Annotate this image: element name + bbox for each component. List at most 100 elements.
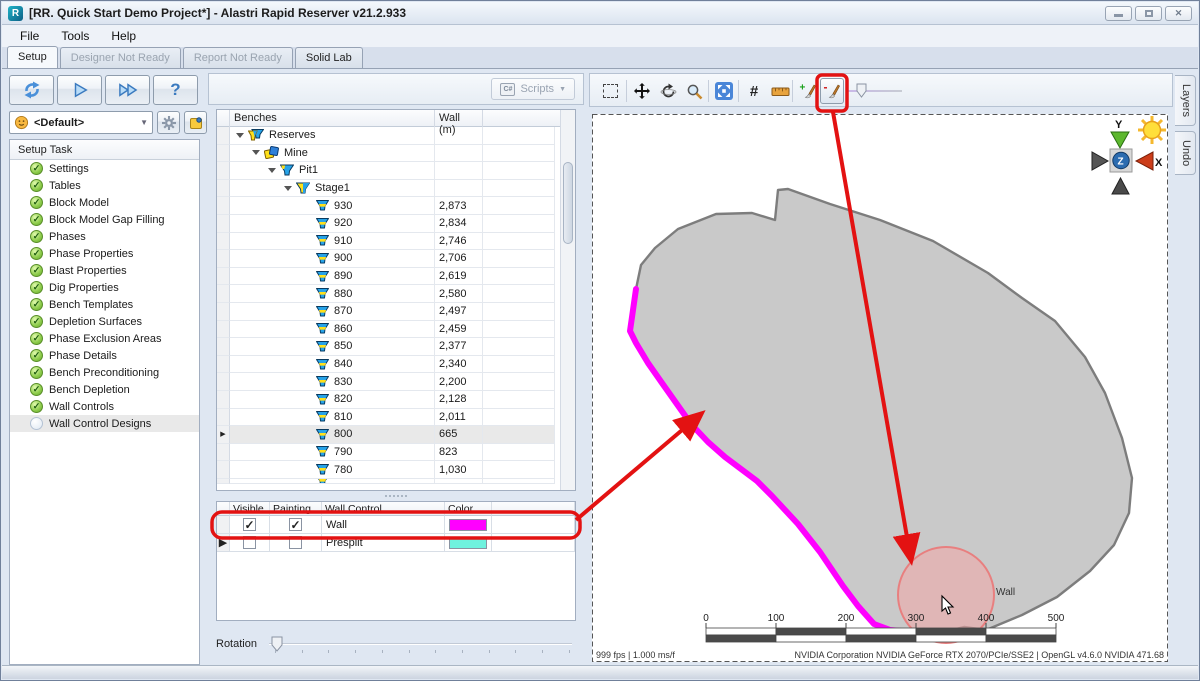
paint-remove-button[interactable]: -: [820, 78, 844, 104]
bench-row-790[interactable]: 790 823: [217, 444, 575, 462]
refresh-button[interactable]: [9, 75, 54, 105]
task-item-bench-depletion[interactable]: ✓ Bench Depletion: [10, 381, 199, 398]
tree-group-mine[interactable]: Mine: [217, 145, 575, 163]
task-item-block-model[interactable]: ✓ Block Model: [10, 194, 199, 211]
bench-row-840[interactable]: 840 2,340: [217, 356, 575, 374]
tab-designer-not-ready[interactable]: Designer Not Ready: [60, 47, 181, 68]
task-item-blast-properties[interactable]: ✓ Blast Properties: [10, 262, 199, 279]
run-button[interactable]: [57, 75, 102, 105]
bench-row-810[interactable]: 810 2,011: [217, 409, 575, 427]
column-header-visible[interactable]: Visible: [230, 502, 270, 516]
side-tab-layers[interactable]: Layers: [1175, 75, 1196, 126]
axis-west-arrow[interactable]: [1092, 152, 1108, 170]
bench-row-830[interactable]: 830 2,200: [217, 373, 575, 391]
color-swatch[interactable]: [449, 537, 487, 549]
menu-tools[interactable]: Tools: [51, 26, 99, 46]
column-header-wall-control[interactable]: Wall Control: [322, 502, 445, 516]
expander-icon[interactable]: [268, 168, 276, 173]
axis-x-arrow[interactable]: [1136, 152, 1153, 170]
bench-row-800[interactable]: ▶ 800 665: [217, 426, 575, 444]
expander-icon[interactable]: [236, 133, 244, 138]
column-header-painting[interactable]: Painting: [270, 502, 322, 516]
brush-size-track[interactable]: [846, 90, 902, 92]
bench-row-clipped: [217, 479, 575, 484]
notes-button[interactable]: [184, 111, 207, 134]
paint-add-button[interactable]: +: [796, 78, 820, 104]
bench-row-910[interactable]: 910 2,746: [217, 233, 575, 251]
color-swatch[interactable]: [449, 519, 487, 531]
tree-group-pit1[interactable]: Pit1: [217, 162, 575, 180]
bench-row-850[interactable]: 850 2,377: [217, 338, 575, 356]
bench-row-900[interactable]: 900 2,706: [217, 250, 575, 268]
profile-dropdown[interactable]: <Default> ▼: [9, 111, 153, 134]
task-item-wall-control-designs[interactable]: Wall Control Designs: [10, 415, 199, 432]
painting-checkbox[interactable]: [289, 536, 302, 549]
wall-control-row-presplit[interactable]: ▶ Presplit: [217, 534, 575, 552]
visible-checkbox[interactable]: ✓: [243, 518, 256, 531]
bench-row-820[interactable]: 820 2,128: [217, 391, 575, 409]
orbit-button[interactable]: [656, 78, 680, 104]
visible-checkbox[interactable]: [243, 536, 256, 549]
zoom-extents-button[interactable]: [712, 78, 736, 104]
axis-gizmo[interactable]: Y Z X: [1092, 116, 1166, 194]
sun-icon[interactable]: [1138, 116, 1166, 144]
side-tab-undo[interactable]: Undo: [1175, 131, 1196, 175]
panel-splitter[interactable]: [208, 493, 584, 499]
bench-tree-scrollbar[interactable]: [560, 110, 575, 490]
menu-file[interactable]: File: [10, 26, 49, 46]
scale-tick-label: 0: [703, 613, 709, 624]
task-item-depletion-surfaces[interactable]: ✓ Depletion Surfaces: [10, 313, 199, 330]
expander-icon[interactable]: [284, 186, 292, 191]
pit-outline[interactable]: [630, 189, 1132, 632]
profile-settings-button[interactable]: [157, 111, 180, 134]
scale-tick-label: 100: [768, 613, 785, 624]
bench-row-870[interactable]: 870 2,497: [217, 303, 575, 321]
task-item-block-model-gap-filling[interactable]: ✓ Block Model Gap Filling: [10, 211, 199, 228]
scripts-button[interactable]: C# Scripts ▼: [491, 78, 575, 100]
tab-report-not-ready[interactable]: Report Not Ready: [183, 47, 293, 68]
tree-group-reserves[interactable]: Reserves: [217, 127, 575, 145]
task-item-settings[interactable]: ✓ Settings: [10, 160, 199, 177]
task-item-bench-preconditioning[interactable]: ✓ Bench Preconditioning: [10, 364, 199, 381]
close-button[interactable]: ✕: [1165, 6, 1192, 21]
tab-setup[interactable]: Setup: [7, 46, 58, 68]
task-item-dig-properties[interactable]: ✓ Dig Properties: [10, 279, 199, 296]
bench-icon: [316, 376, 329, 387]
bench-row-930[interactable]: 930 2,873: [217, 197, 575, 215]
maximize-button[interactable]: [1135, 6, 1162, 21]
bench-row-780[interactable]: 780 1,030: [217, 461, 575, 479]
bench-row-890[interactable]: 890 2,619: [217, 268, 575, 286]
task-item-phase-details[interactable]: ✓ Phase Details: [10, 347, 199, 364]
axis-y-arrow[interactable]: [1111, 132, 1129, 148]
tab-solid-lab[interactable]: Solid Lab: [295, 47, 363, 68]
axis-south-arrow[interactable]: [1112, 178, 1129, 194]
expander-icon[interactable]: [252, 150, 260, 155]
help-button[interactable]: ?: [153, 75, 198, 105]
rotation-slider[interactable]: [269, 634, 576, 654]
bench-row-880[interactable]: 880 2,580: [217, 285, 575, 303]
minimize-button[interactable]: [1105, 6, 1132, 21]
column-header-color[interactable]: Color: [445, 502, 492, 516]
menu-help[interactable]: Help: [101, 26, 146, 46]
scrollbar-thumb[interactable]: [563, 162, 573, 244]
pan-button[interactable]: [630, 78, 654, 104]
task-item-tables[interactable]: ✓ Tables: [10, 177, 199, 194]
task-item-phase-exclusion-areas[interactable]: ✓ Phase Exclusion Areas: [10, 330, 199, 347]
bench-row-920[interactable]: 920 2,834: [217, 215, 575, 233]
zoom-button[interactable]: [682, 78, 706, 104]
task-item-phases[interactable]: ✓ Phases: [10, 228, 199, 245]
grid-button[interactable]: #: [742, 78, 766, 104]
run-all-button[interactable]: [105, 75, 150, 105]
task-item-bench-templates[interactable]: ✓ Bench Templates: [10, 296, 199, 313]
bench-row-860[interactable]: 860 2,459: [217, 321, 575, 339]
task-item-phase-properties[interactable]: ✓ Phase Properties: [10, 245, 199, 262]
3d-viewport[interactable]: Wall 0100200300400500: [592, 114, 1168, 662]
marquee-select-button[interactable]: [598, 78, 622, 104]
task-done-icon: ✓: [30, 230, 43, 243]
brush-size-slider[interactable]: [856, 83, 868, 98]
painting-checkbox[interactable]: ✓: [289, 518, 302, 531]
measure-button[interactable]: [768, 78, 792, 104]
task-item-wall-controls[interactable]: ✓ Wall Controls: [10, 398, 199, 415]
tree-group-stage1[interactable]: Stage1: [217, 180, 575, 198]
wall-control-row-wall[interactable]: ✓ ✓ Wall: [217, 516, 575, 534]
